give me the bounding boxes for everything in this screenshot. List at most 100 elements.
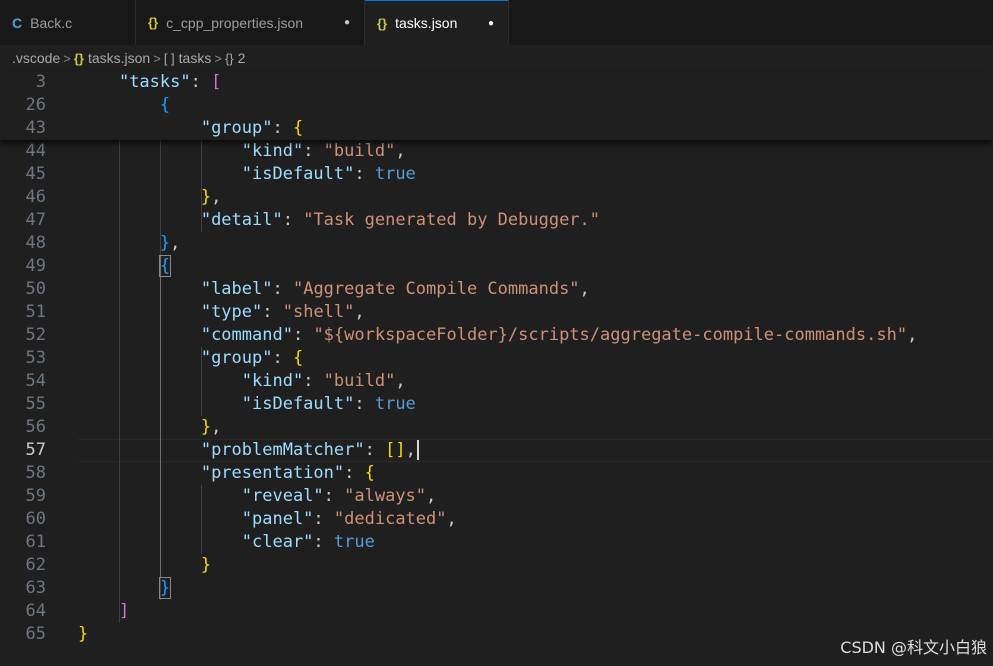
code-line[interactable]: 47 "detail": "Task generated by Debugger… — [0, 209, 993, 232]
code-line[interactable]: 50 "label": "Aggregate Compile Commands"… — [0, 278, 993, 301]
unsaved-dot-icon[interactable]: ● — [488, 18, 494, 29]
line-number: 65 — [25, 624, 46, 644]
code-line[interactable]: 51 "type": "shell", — [0, 301, 993, 324]
code-line[interactable]: 43 "group": { — [0, 117, 993, 140]
code-text[interactable]: }, — [78, 416, 222, 439]
line-number: 59 — [25, 486, 46, 506]
code-line[interactable]: 48 }, — [0, 232, 993, 255]
code-line[interactable]: 3 "tasks": [ — [0, 71, 993, 94]
code-text[interactable]: }, — [78, 186, 222, 209]
code-token: , — [395, 371, 406, 391]
code-token: , — [426, 486, 437, 506]
code-line[interactable]: 62 } — [0, 554, 993, 577]
code-text[interactable]: "tasks": [ — [78, 71, 221, 94]
code-token: "type" — [200, 302, 263, 322]
code-token: , — [211, 417, 222, 437]
tab-back-c[interactable]: C Back.c — [0, 0, 136, 45]
code-line[interactable]: 52 "command": "${workspaceFolder}/script… — [0, 324, 993, 347]
code-line[interactable]: 54 "kind": "build", — [0, 370, 993, 393]
code-line[interactable]: 26 { — [0, 94, 993, 117]
code-token: "kind" — [241, 141, 304, 161]
code-line[interactable]: 58 "presentation": { — [0, 462, 993, 485]
code-text[interactable]: "type": "shell", — [78, 301, 365, 324]
code-token: : — [354, 164, 375, 184]
code-token: "kind" — [241, 371, 304, 391]
sticky-scroll-header[interactable]: 3 "tasks": [26 {43 "group": { — [0, 71, 993, 140]
tab-label: c_cpp_properties.json — [166, 14, 304, 31]
line-number: 45 — [25, 164, 46, 184]
code-token: [] — [385, 440, 406, 460]
breadcrumb-file[interactable]: tasks.json — [88, 50, 150, 66]
code-line[interactable]: 56 }, — [0, 416, 993, 439]
code-text[interactable]: "group": { — [78, 347, 303, 370]
code-token: : — [303, 371, 324, 391]
code-line[interactable]: 46 }, — [0, 186, 993, 209]
code-token: "always" — [344, 486, 427, 506]
code-text[interactable]: { — [78, 94, 170, 117]
breadcrumb-folder[interactable]: .vscode — [12, 50, 60, 66]
c-file-icon: C — [12, 14, 23, 31]
unsaved-dot-icon[interactable]: ● — [344, 17, 350, 28]
code-text[interactable]: "label": "Aggregate Compile Commands", — [78, 278, 590, 301]
code-token: "dedicated" — [333, 509, 447, 529]
code-text[interactable]: { — [78, 255, 172, 278]
code-text[interactable]: "group": { — [78, 117, 303, 140]
code-token: true — [374, 164, 416, 184]
code-token: "label" — [200, 279, 273, 299]
code-text[interactable]: }, — [78, 232, 181, 255]
watermark: CSDN @科文小白狼 — [840, 638, 987, 657]
code-token: "Task generated by Debugger." — [303, 210, 601, 230]
code-text[interactable]: ] — [78, 600, 129, 623]
line-number: 57 — [25, 440, 46, 460]
code-editor[interactable]: 3 "tasks": [26 {43 "group": { 44 "kind":… — [0, 71, 993, 666]
line-number: 47 — [25, 210, 46, 230]
code-token: } — [200, 187, 212, 207]
code-text[interactable]: "isDefault": true — [78, 393, 416, 416]
code-text[interactable]: "clear": true — [78, 531, 375, 554]
code-text[interactable]: "reveal": "always", — [78, 485, 437, 508]
code-text[interactable]: "detail": "Task generated by Debugger." — [78, 209, 600, 232]
code-text[interactable]: "kind": "build", — [78, 140, 406, 163]
code-line[interactable]: 63 } — [0, 577, 993, 600]
code-line[interactable]: 53 "group": { — [0, 347, 993, 370]
code-token: } — [159, 233, 171, 253]
code-line[interactable]: 59 "reveal": "always", — [0, 485, 993, 508]
code-token: "group" — [200, 348, 273, 368]
code-text[interactable]: "panel": "dedicated", — [78, 508, 457, 531]
code-line[interactable]: 44 "kind": "build", — [0, 140, 993, 163]
code-text[interactable]: "problemMatcher": [], — [78, 439, 416, 462]
code-token: : — [272, 279, 293, 299]
code-token: "detail" — [200, 210, 283, 230]
tab-tasks-json[interactable]: {} tasks.json ● — [365, 0, 509, 45]
code-line[interactable]: 61 "clear": true — [0, 531, 993, 554]
code-token: : — [344, 463, 365, 483]
line-number: 3 — [35, 72, 46, 92]
code-text[interactable]: } — [78, 554, 211, 577]
breadcrumb-object[interactable]: 2 — [238, 50, 246, 66]
code-text[interactable]: } — [78, 577, 172, 600]
code-text[interactable]: "presentation": { — [78, 462, 375, 485]
code-line[interactable]: 49 { — [0, 255, 993, 278]
code-text[interactable]: "isDefault": true — [78, 163, 416, 186]
breadcrumb-array[interactable]: tasks — [179, 50, 212, 66]
code-line[interactable]: 55 "isDefault": true — [0, 393, 993, 416]
object-icon: {} — [224, 50, 234, 66]
tab-label: Back.c — [30, 14, 73, 31]
code-line[interactable]: 64 ] — [0, 600, 993, 623]
code-line[interactable]: 57 "problemMatcher": [], — [0, 439, 993, 462]
code-line[interactable]: 45 "isDefault": true — [0, 163, 993, 186]
code-text[interactable]: "kind": "build", — [78, 370, 406, 393]
code-text[interactable]: } — [78, 623, 88, 646]
line-number: 60 — [25, 509, 46, 529]
line-number: 56 — [25, 417, 46, 437]
code-text[interactable]: "command": "${workspaceFolder}/scripts/a… — [78, 324, 917, 347]
code-line[interactable]: 60 "panel": "dedicated", — [0, 508, 993, 531]
tab-c-cpp-properties-json[interactable]: {} c_cpp_properties.json ● — [136, 0, 365, 45]
